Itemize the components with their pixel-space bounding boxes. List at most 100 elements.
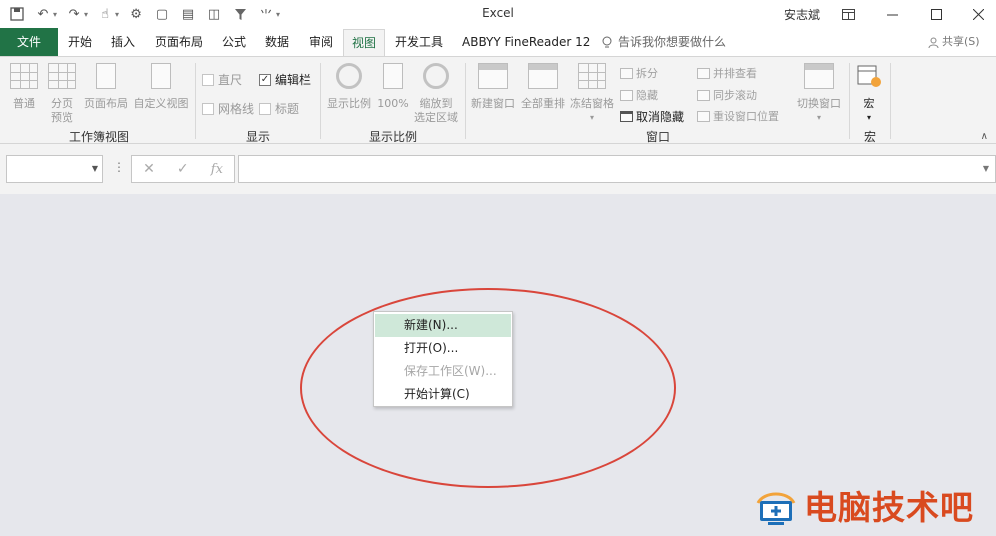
macros-button[interactable]: 宏 ▾: [853, 63, 885, 125]
macro-icon[interactable]: ⚙: [125, 4, 147, 24]
unhide-icon: [620, 111, 633, 122]
formula-bar-grip-icon[interactable]: ⋮: [113, 160, 125, 174]
macros-dropdown-icon: ▾: [866, 113, 871, 122]
cancel-icon[interactable]: ✕: [143, 161, 155, 177]
save-icon[interactable]: [6, 4, 28, 24]
close-icon[interactable]: [956, 0, 996, 28]
page-break-label-1: 分页: [51, 97, 73, 110]
zoom-selection-button[interactable]: 缩放到 选定区域: [412, 63, 460, 125]
unhide-button[interactable]: 取消隐藏: [620, 108, 684, 125]
tab-abbyy[interactable]: ABBYY FineReader 12: [462, 28, 590, 56]
freeze-panes-icon: [578, 63, 606, 89]
menu-item-open[interactable]: 打开(O)...: [375, 337, 511, 360]
arrange-all-button[interactable]: 全部重排: [518, 63, 568, 111]
hide-label: 隐藏: [636, 89, 658, 102]
watermark-logo-icon: [754, 489, 798, 527]
formula-buttons: ✕ ✓ fx: [131, 155, 235, 183]
enter-icon[interactable]: ✓: [177, 161, 189, 177]
zoom-100-button[interactable]: 100%: [376, 63, 410, 111]
headings-label: 标题: [275, 102, 300, 116]
name-box-dropdown-icon[interactable]: ▼: [92, 164, 98, 173]
formula-bar-checkbox[interactable]: ✓ 编辑栏: [259, 71, 311, 88]
reset-window-position-button[interactable]: 重设窗口位置: [697, 108, 779, 124]
tab-review[interactable]: 审阅: [309, 28, 333, 56]
minimize-icon[interactable]: [870, 0, 914, 28]
hide-icon: [620, 89, 633, 101]
form-icon[interactable]: ▤: [177, 4, 199, 24]
reset-position-icon: [697, 110, 710, 122]
zoom-label: 显示比例: [327, 97, 371, 110]
tab-developer[interactable]: 开发工具: [395, 28, 443, 56]
page-layout-view-button[interactable]: 页面布局: [81, 63, 131, 111]
tell-me-label: 告诉我你想要做什么: [618, 35, 727, 49]
search-doc-icon[interactable]: ◫: [203, 4, 225, 24]
formula-bar-area: ▼ ⋮ ✕ ✓ fx ▼: [0, 144, 996, 194]
customize-qat-icon[interactable]: ▾: [276, 10, 280, 19]
user-name[interactable]: 安志斌: [784, 6, 820, 23]
page-layout-icon: [96, 63, 116, 89]
zoom-button[interactable]: 显示比例: [324, 63, 374, 111]
redo-dropdown-icon[interactable]: ▾: [84, 10, 88, 19]
sync-scroll-button[interactable]: 同步滚动: [697, 87, 757, 103]
macros-icon: [856, 63, 882, 89]
collapse-ribbon-icon[interactable]: ∧: [981, 131, 988, 142]
split-label: 拆分: [636, 67, 658, 80]
gridlines-checkbox[interactable]: 网格线: [202, 100, 254, 117]
group-label-workbook-views: 工作簿视图: [68, 130, 129, 144]
touch-mode-icon[interactable]: ☝: [94, 4, 116, 24]
group-separator: [320, 63, 321, 139]
switch-windows-icon: [804, 63, 834, 89]
tab-data[interactable]: 数据: [265, 28, 289, 56]
menu-item-calculate[interactable]: 开始计算(C): [375, 383, 511, 406]
freeze-panes-label: 冻结窗格: [570, 97, 614, 110]
ribbon-tabs: 文件 开始 插入 页面布局 公式 数据 审阅 视图 开发工具 ABBYY Fin…: [0, 28, 996, 57]
maximize-icon[interactable]: [914, 0, 958, 28]
tell-me-box[interactable]: 告诉我你想要做什么: [600, 28, 726, 56]
group-label-show: 显示: [245, 130, 270, 144]
formula-input[interactable]: ▼: [238, 155, 996, 183]
expand-formula-bar-icon[interactable]: ▼: [983, 164, 989, 173]
insert-function-icon[interactable]: fx: [211, 162, 223, 177]
tab-view[interactable]: 视图: [343, 29, 385, 57]
ruler-checkbox[interactable]: 直尺: [202, 71, 242, 88]
tab-formulas[interactable]: 公式: [222, 28, 246, 56]
chart-icon[interactable]: ⺌: [255, 4, 277, 24]
custom-views-label: 自定义视图: [133, 97, 189, 110]
tab-page-layout[interactable]: 页面布局: [155, 28, 203, 56]
redo-icon[interactable]: ↷: [63, 4, 85, 24]
switch-windows-button[interactable]: 切换窗口 ▾: [793, 63, 845, 125]
watermark: 电脑技术吧: [754, 486, 974, 530]
group-label-window: 窗口: [645, 130, 670, 144]
lightbulb-icon: [602, 36, 612, 48]
normal-view-button[interactable]: 普通: [6, 63, 42, 111]
page-break-label-2: 预览: [51, 111, 73, 124]
ribbon-display-options-icon[interactable]: [826, 0, 870, 28]
print-preview-icon[interactable]: ▢: [151, 4, 173, 24]
share-button[interactable]: 共享(S): [928, 28, 980, 56]
ruler-check-box: [202, 73, 214, 86]
undo-dropdown-icon[interactable]: ▾: [53, 10, 57, 19]
name-box[interactable]: ▼: [6, 155, 103, 183]
headings-checkbox[interactable]: 标题: [259, 100, 299, 117]
reset-position-label: 重设窗口位置: [713, 110, 779, 123]
custom-views-icon: [151, 63, 171, 89]
tab-insert[interactable]: 插入: [111, 28, 135, 56]
split-button[interactable]: 拆分: [620, 65, 658, 81]
new-window-button[interactable]: 新建窗口: [468, 63, 518, 111]
freeze-panes-button[interactable]: 冻结窗格 ▾: [568, 63, 616, 125]
ruler-label: 直尺: [218, 73, 243, 87]
page-break-icon: [48, 63, 76, 89]
page-break-preview-button[interactable]: 分页 预览: [44, 63, 80, 125]
filter-icon[interactable]: [229, 4, 251, 24]
group-separator: [849, 63, 850, 139]
view-side-by-side-button[interactable]: 并排查看: [697, 65, 757, 81]
tab-file[interactable]: 文件: [0, 28, 58, 56]
menu-item-new[interactable]: 新建(N)...: [375, 314, 511, 337]
hide-button[interactable]: 隐藏: [620, 87, 658, 103]
undo-icon[interactable]: ↶: [32, 4, 54, 24]
custom-views-button[interactable]: 自定义视图: [131, 63, 191, 111]
arrange-all-label: 全部重排: [521, 97, 565, 110]
tab-home[interactable]: 开始: [68, 28, 92, 56]
touch-dropdown-icon[interactable]: ▾: [115, 10, 119, 19]
group-label-zoom: 显示比例: [368, 130, 417, 144]
